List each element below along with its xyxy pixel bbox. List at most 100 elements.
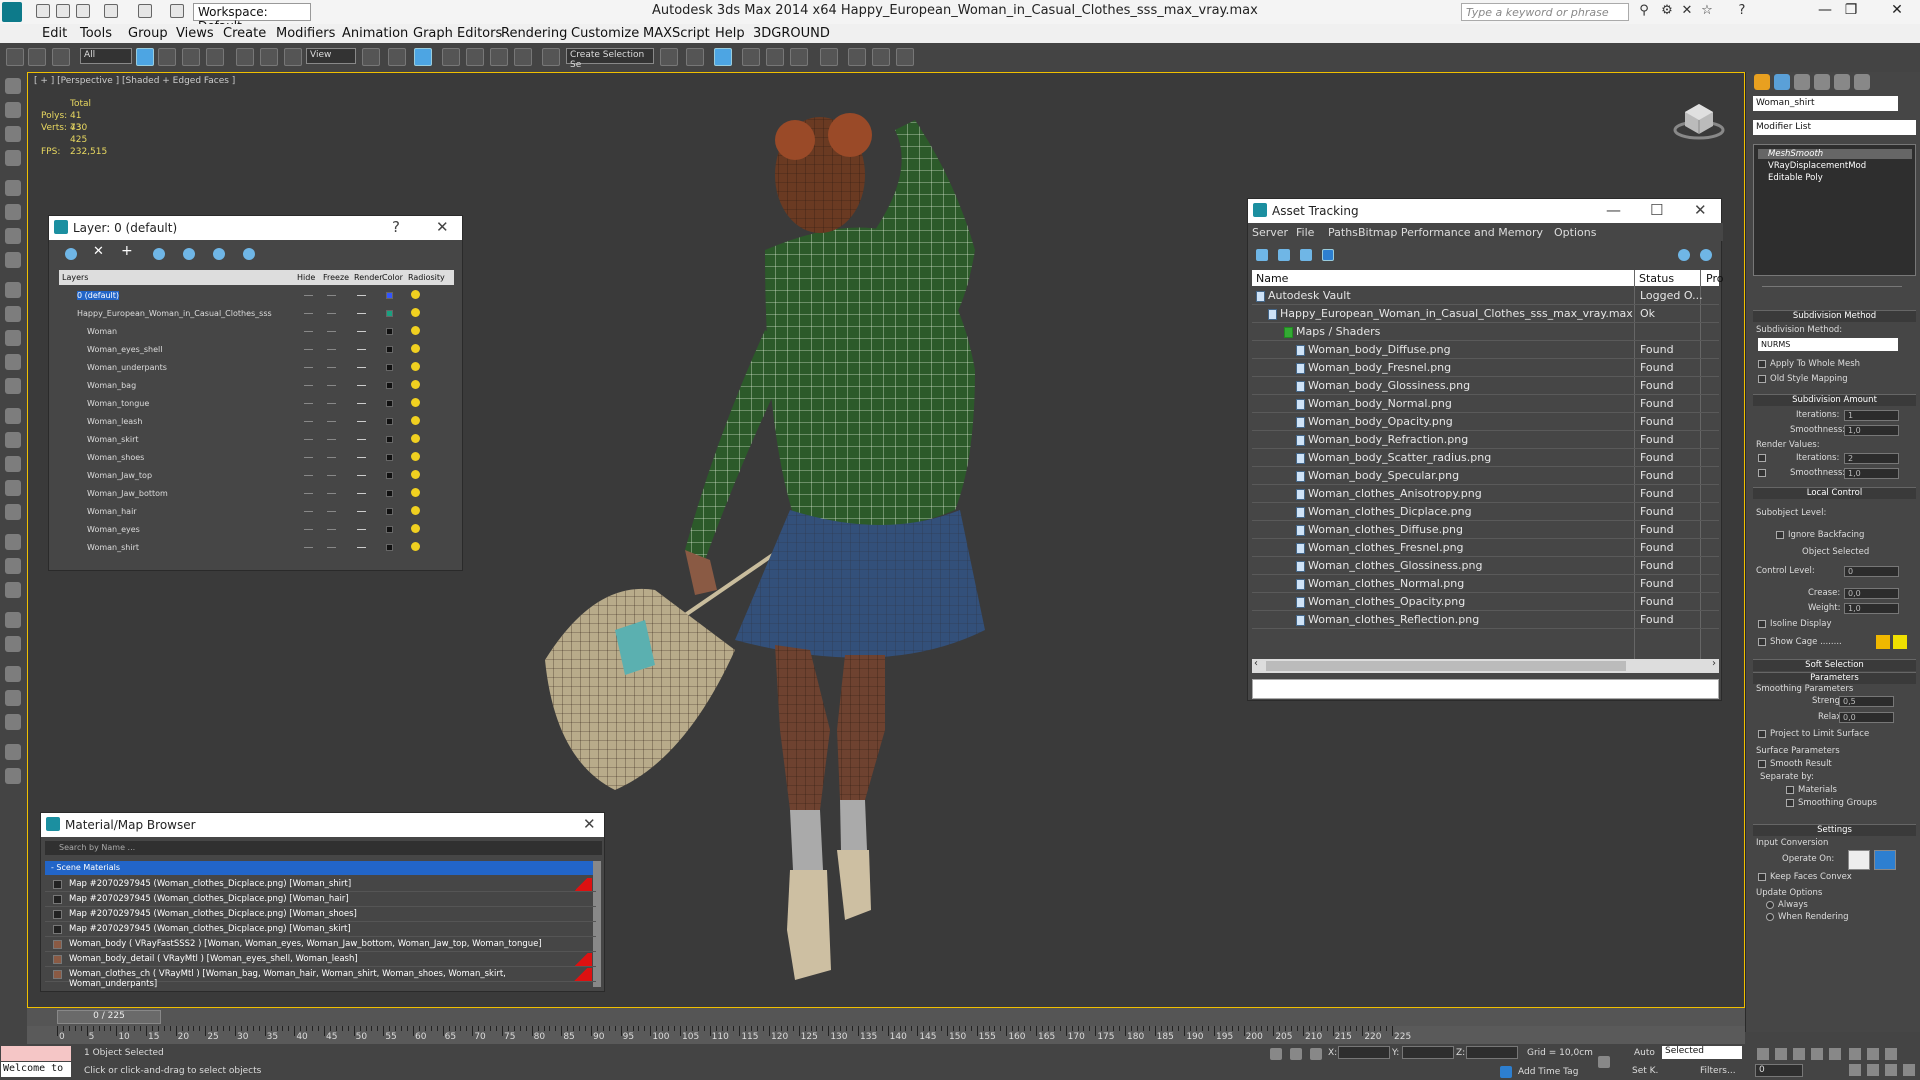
asset-close-icon[interactable]: ✕: [1694, 201, 1707, 219]
radiosity-icon[interactable]: [411, 362, 420, 371]
status-icon[interactable]: [5, 714, 21, 730]
link-icon[interactable]: [6, 48, 24, 66]
layer-toggle[interactable]: [304, 367, 313, 368]
menu-graph-editors[interactable]: Graph Editors: [413, 26, 502, 41]
layer-toggle[interactable]: [327, 331, 336, 332]
layer-toggle[interactable]: [304, 313, 313, 314]
move-icon[interactable]: [236, 48, 254, 66]
asset-row[interactable]: Woman_clothes_Reflection.png Found: [1252, 611, 1719, 629]
radiosity-icon[interactable]: [411, 308, 420, 317]
asset-row[interactable]: Woman_clothes_Anisotropy.png Found: [1252, 485, 1719, 503]
render-teapot-icon[interactable]: [357, 367, 366, 368]
communication-icon[interactable]: ✕: [1678, 3, 1696, 21]
layer-color-swatch[interactable]: [386, 436, 393, 443]
help-round-icon[interactable]: [5, 768, 21, 784]
section-subdivision-method[interactable]: Subdivision Method: [1753, 310, 1916, 322]
zoom-icon[interactable]: [1849, 1048, 1861, 1060]
layer-toggle[interactable]: [327, 367, 336, 368]
close-window-icon[interactable]: ✕: [1882, 2, 1912, 22]
asset-row[interactable]: Woman_clothes_Glossiness.png Found: [1252, 557, 1719, 575]
asset-list-icon[interactable]: [1278, 249, 1290, 261]
hedra-icon[interactable]: [5, 456, 21, 472]
layer-color-swatch[interactable]: [386, 418, 393, 425]
modify-tab-icon[interactable]: [1774, 74, 1790, 90]
asset-row[interactable]: Woman_clothes_Diffuse.png Found: [1252, 521, 1719, 539]
asset-row[interactable]: Woman_body_Scatter_radius.png Found: [1252, 449, 1719, 467]
keyboard-shortcut-icon[interactable]: [414, 48, 432, 66]
render-teapot-icon[interactable]: [357, 439, 366, 440]
spacewarp-icon[interactable]: [5, 252, 21, 268]
asset-panel-titlebar[interactable]: Asset Tracking — ☐ ✕: [1248, 199, 1721, 223]
layer-row[interactable]: Woman_bag: [59, 377, 454, 395]
stack-vray-displacement[interactable]: VRayDisplacementMod: [1758, 161, 1866, 171]
layer-toggle[interactable]: [304, 547, 313, 548]
layer-color-swatch[interactable]: [386, 472, 393, 479]
mirror-icon[interactable]: [660, 48, 678, 66]
radiosity-icon[interactable]: [411, 506, 420, 515]
asset-row[interactable]: Woman_body_Opacity.png Found: [1252, 413, 1719, 431]
favorites-star-icon[interactable]: ☆: [1698, 3, 1716, 21]
asset-menu-server[interactable]: Server: [1252, 226, 1288, 239]
col-status[interactable]: Status: [1639, 272, 1674, 285]
material-close-icon[interactable]: ✕: [583, 815, 596, 833]
radiosity-icon[interactable]: [411, 542, 420, 551]
radiosity-icon[interactable]: [411, 524, 420, 533]
angle-snap-icon[interactable]: [466, 48, 484, 66]
cylinder-icon[interactable]: [5, 150, 21, 166]
helper-icon[interactable]: [5, 228, 21, 244]
zoom-extents-icon[interactable]: [1885, 1048, 1897, 1060]
asset-row[interactable]: Woman_clothes_Fresnel.png Found: [1252, 539, 1719, 557]
layer-color-swatch[interactable]: [386, 382, 393, 389]
layer-toggle[interactable]: [327, 313, 336, 314]
rendered-frame-icon[interactable]: [872, 48, 890, 66]
z-coordinate-field[interactable]: [1466, 1046, 1518, 1059]
layer-name[interactable]: Woman_underpants: [87, 363, 167, 372]
layer-color-swatch[interactable]: [386, 310, 393, 317]
tube-icon[interactable]: [5, 408, 21, 424]
asset-thumbnail-icon[interactable]: [1300, 249, 1312, 261]
open-icon[interactable]: [56, 4, 70, 18]
asset-row[interactable]: Woman_body_Glossiness.png Found: [1252, 377, 1719, 395]
layer-name[interactable]: Woman_shoes: [87, 453, 144, 462]
render-teapot-icon[interactable]: [357, 547, 366, 548]
layer-name[interactable]: Woman_Jaw_top: [87, 471, 152, 480]
window-crossing-icon[interactable]: [206, 48, 224, 66]
layer-help-icon[interactable]: ?: [392, 218, 400, 236]
layer-name[interactable]: Woman_eyes: [87, 525, 140, 534]
workspace-dropdown[interactable]: Workspace: Default: [193, 3, 311, 33]
layer-row[interactable]: Woman_eyes: [59, 521, 454, 539]
layer-toggle[interactable]: [327, 403, 336, 404]
sun-icon[interactable]: [5, 354, 21, 370]
menu-create[interactable]: Create: [223, 26, 266, 41]
layer-highlight-icon[interactable]: [183, 248, 195, 260]
material-search-input[interactable]: Search by Name ...: [45, 841, 602, 855]
set-key-button[interactable]: Set K.: [1632, 1066, 1658, 1076]
material-row[interactable]: Map #2070297945 (Woman_clothes_Dicplace.…: [45, 907, 596, 922]
snaps-toggle-icon[interactable]: [442, 48, 460, 66]
render-teapot-icon[interactable]: [357, 475, 366, 476]
col-hide[interactable]: Hide: [297, 273, 315, 282]
layer-close-icon[interactable]: ✕: [436, 218, 449, 236]
maximize-viewport-icon[interactable]: [1903, 1064, 1915, 1076]
render-production-icon[interactable]: [896, 48, 914, 66]
track-bar[interactable]: 0 5 10 15 20 25 30 35 40 45 50 55 60 65 70 75 80 85 90 95 10…: [27, 1026, 1745, 1044]
maxscript-input[interactable]: Welcome to: [1, 1062, 71, 1077]
crease-spinner[interactable]: 0,0: [1844, 588, 1899, 599]
operate-on-faces-button[interactable]: [1848, 850, 1870, 870]
radiosity-icon[interactable]: [411, 380, 420, 389]
display-tab-icon[interactable]: [1834, 74, 1850, 90]
spline-icon[interactable]: [5, 534, 21, 550]
asset-settings-icon[interactable]: [1700, 249, 1712, 261]
bind-space-warp-icon[interactable]: [52, 48, 70, 66]
render-setup-icon[interactable]: [848, 48, 866, 66]
keep-faces-checkbox[interactable]: [1758, 873, 1766, 881]
select-by-name-icon[interactable]: [158, 48, 176, 66]
asset-menu-paths[interactable]: Paths: [1328, 226, 1358, 239]
stack-editable-poly[interactable]: Editable Poly: [1758, 173, 1823, 183]
layer-color-swatch[interactable]: [386, 490, 393, 497]
modifier-list-dropdown[interactable]: Modifier List: [1753, 120, 1916, 135]
menu-edit[interactable]: Edit: [42, 26, 67, 41]
layer-color-swatch[interactable]: [386, 328, 393, 335]
material-row[interactable]: Map #2070297945 (Woman_clothes_Dicplace.…: [45, 877, 596, 892]
render-teapot-icon[interactable]: [357, 385, 366, 386]
